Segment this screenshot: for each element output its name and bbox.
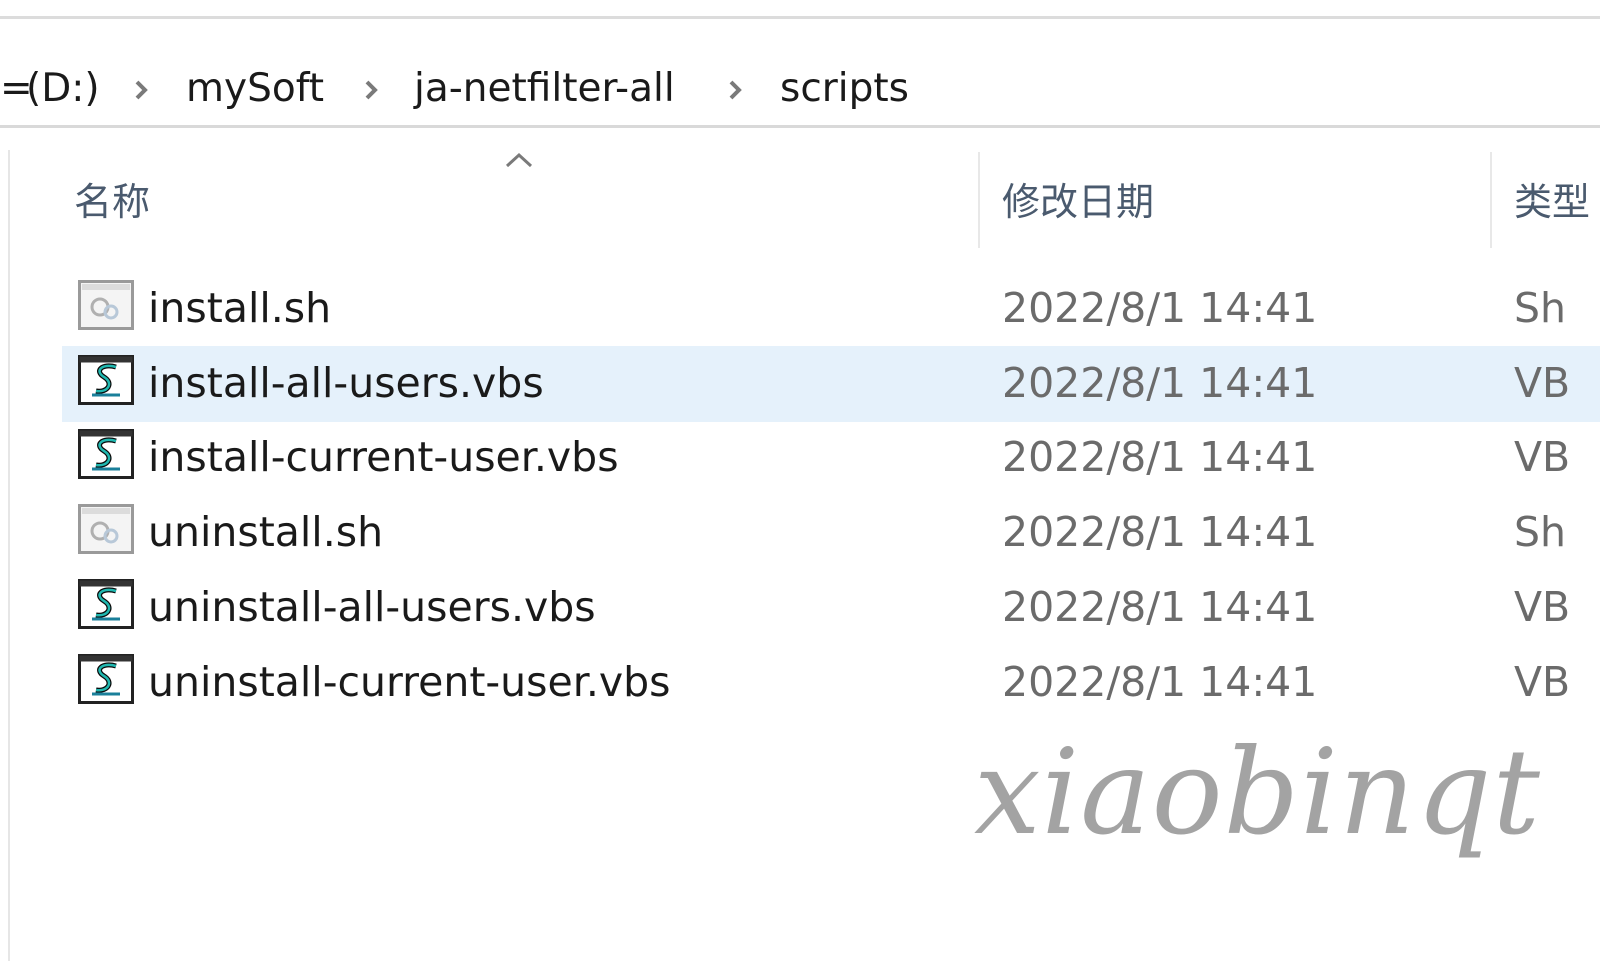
navigation-pane-edge [8,150,10,961]
vbscript-icon [78,579,134,629]
file-name: uninstall-all-users.vbs [148,583,596,631]
file-type: VB [1514,658,1571,706]
column-header-name[interactable]: 名称 [74,176,150,228]
vbscript-icon [78,429,134,479]
address-bar[interactable]: = (D:) mySoft ja-netfilter-all scripts [0,19,1600,128]
breadcrumb-mysoft[interactable]: mySoft [186,63,324,115]
file-row[interactable]: install-all-users.vbs 2022/8/1 14:41 VB [62,346,1600,422]
sort-ascending-icon [505,152,533,168]
file-name: uninstall-current-user.vbs [148,658,671,706]
file-explorer-window: = (D:) mySoft ja-netfilter-all scripts 名… [0,0,1600,961]
breadcrumb-scripts[interactable]: scripts [780,63,909,115]
file-row[interactable]: uninstall-all-users.vbs 2022/8/1 14:41 VB [62,570,1600,646]
file-row[interactable]: install-current-user.vbs 2022/8/1 14:41 VB [62,420,1600,496]
watermark-text: xiaobinqt [974,723,1541,861]
column-divider[interactable] [1490,152,1492,248]
vbscript-icon [78,355,134,405]
column-header-date[interactable]: 修改日期 [1002,176,1154,228]
file-type: Sh [1514,508,1567,556]
file-row[interactable]: install.sh 2022/8/1 14:41 Sh [62,271,1600,347]
vbscript-icon [78,654,134,704]
file-modified-date: 2022/8/1 14:41 [1002,508,1318,556]
file-type: VB [1514,583,1571,631]
file-modified-date: 2022/8/1 14:41 [1002,658,1318,706]
file-modified-date: 2022/8/1 14:41 [1002,433,1318,481]
breadcrumb-drive[interactable]: (D:) [26,63,100,115]
file-name: install-all-users.vbs [148,359,544,407]
file-type: VB [1514,359,1571,407]
file-type: VB [1514,433,1571,481]
file-modified-date: 2022/8/1 14:41 [1002,583,1318,631]
file-row[interactable]: uninstall-current-user.vbs 2022/8/1 14:41… [62,645,1600,721]
column-divider[interactable] [978,152,980,248]
chevron-right-icon[interactable] [132,79,150,101]
file-modified-date: 2022/8/1 14:41 [1002,284,1318,332]
shell-script-icon [78,504,134,554]
file-type: Sh [1514,284,1567,332]
chevron-right-icon[interactable] [726,79,744,101]
chevron-right-icon[interactable] [362,79,380,101]
file-name: install.sh [148,284,332,332]
file-name: uninstall.sh [148,508,384,556]
column-header-type[interactable]: 类型 [1514,176,1590,228]
shell-script-icon [78,280,134,330]
file-row[interactable]: uninstall.sh 2022/8/1 14:41 Sh [62,495,1600,571]
breadcrumb-ja-netfilter-all[interactable]: ja-netfilter-all [414,63,675,115]
file-name: install-current-user.vbs [148,433,619,481]
file-modified-date: 2022/8/1 14:41 [1002,359,1318,407]
